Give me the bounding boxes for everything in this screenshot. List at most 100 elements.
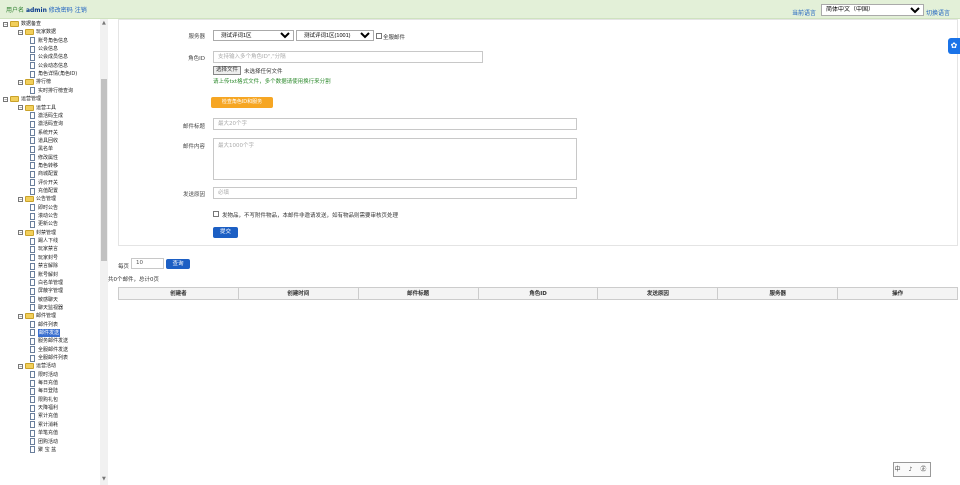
sidebar-folder[interactable]: − 封禁管理 [18, 229, 56, 237]
sidebar-item-label: 更新公告 [38, 221, 59, 228]
sidebar-item[interactable]: 邮件发送 [30, 328, 61, 337]
sidebar-item[interactable]: 限购礼包 [30, 396, 58, 404]
collapse-toggle-icon[interactable]: − [18, 363, 23, 369]
sidebar-item[interactable]: 聊天监视器 [30, 304, 63, 312]
sidebar-folder[interactable]: − 运营管理 [3, 95, 41, 103]
sidebar-item[interactable]: 单笔充值 [30, 429, 58, 437]
check-role-button[interactable]: 检查角色ID和服务 [211, 97, 273, 108]
folder-icon [10, 96, 19, 103]
sidebar-item-label: 运营活动 [36, 363, 57, 370]
user-prefix: 用户名 [6, 7, 25, 14]
scroll-up-icon[interactable]: ▲ [102, 20, 106, 26]
document-icon [30, 212, 35, 220]
sidebar-item-label: 账号角色信息 [38, 37, 69, 44]
sidebar-item[interactable]: 全服邮件列表 [30, 354, 68, 362]
change-password-link[interactable]: 修改密码 [49, 7, 73, 14]
sidebar-item[interactable]: 道具回收 [30, 137, 58, 145]
sidebar-item[interactable]: 激活码查询 [30, 120, 63, 128]
sidebar-item[interactable]: 公会成员信息 [30, 53, 68, 61]
scrollbar-thumb[interactable] [101, 79, 107, 261]
collapse-toggle-icon[interactable]: − [18, 79, 23, 85]
mail-send-form: 服务器 测试评词1区 测试评词1区(1001) 全服邮件 角色ID 支持输入多个… [118, 19, 958, 246]
sidebar-item[interactable]: 累计消耗 [30, 421, 58, 429]
server-group-select[interactable]: 测试评词1区 [213, 30, 294, 41]
role-id-input[interactable]: 支持输入多个角色ID","分隔 [213, 51, 483, 63]
language-select[interactable]: 简体中文（中国） [821, 4, 924, 16]
sidebar-item[interactable]: 账号角色信息 [30, 37, 68, 45]
sidebar-item[interactable]: 邮件列表 [30, 321, 58, 329]
server-select[interactable]: 测试评词1区(1001) [296, 30, 374, 41]
sidebar-folder[interactable]: − 运营工具 [18, 104, 56, 112]
sidebar-folder[interactable]: − 运营活动 [18, 362, 56, 370]
ime-toolbar[interactable]: 中 ♪ ㊣ [893, 462, 931, 477]
sidebar-item[interactable]: 黑名单 [30, 145, 53, 153]
sidebar-item[interactable]: 每日登陆 [30, 387, 58, 395]
sidebar-item[interactable]: 激活码生成 [30, 112, 63, 120]
scroll-down-icon[interactable]: ▼ [102, 476, 106, 482]
sidebar-item[interactable]: 敏感聊天 [30, 296, 58, 304]
sidebar-item[interactable]: 角色转移 [30, 162, 58, 170]
sidebar-item[interactable]: 评价开关 [30, 179, 58, 187]
sidebar-item[interactable]: 角色详情(角色ID) [30, 70, 77, 78]
submit-button[interactable]: 提交 [213, 227, 238, 238]
document-icon [30, 337, 35, 345]
sidebar-item[interactable]: 充值配置 [30, 187, 58, 195]
user-info: 用户名 admin 修改密码 注销 [6, 5, 87, 14]
mail-content-textarea[interactable]: 最大1000个字 [213, 138, 577, 180]
send-reason-input[interactable]: 必填 [213, 187, 577, 199]
collapse-toggle-icon[interactable]: − [18, 105, 23, 110]
sidebar-item[interactable]: 团购活动 [30, 438, 58, 446]
all-server-checkbox[interactable] [376, 33, 382, 39]
sidebar-item[interactable]: 玩家禁言 [30, 245, 58, 253]
sidebar-item[interactable]: 屏蔽字管理 [30, 287, 63, 295]
assistant-float-icon[interactable]: ✿ [948, 38, 960, 54]
collapse-toggle-icon[interactable]: − [3, 96, 8, 102]
sidebar-item[interactable]: 踢人下线 [30, 237, 58, 245]
choose-file-button[interactable]: 选择文件 [213, 66, 242, 75]
sidebar-item[interactable]: 即时公告 [30, 204, 58, 212]
sidebar-item[interactable]: 系统开关 [30, 129, 58, 137]
sidebar-item[interactable]: 累计充值 [30, 412, 58, 420]
switch-language-link[interactable]: 切换语言 [926, 8, 950, 17]
collapse-toggle-icon[interactable]: − [18, 29, 23, 35]
mail-title-input[interactable]: 最大20个字 [213, 118, 577, 130]
sidebar-item[interactable]: 全服邮件发送 [30, 346, 68, 354]
attach-checkbox[interactable] [213, 211, 219, 217]
sidebar-item[interactable]: 禁言解除 [30, 262, 58, 270]
sidebar-item[interactable]: 限时活动 [30, 371, 58, 379]
mail-title-label: 邮件标题 [182, 124, 205, 130]
sidebar-folder[interactable]: − 玩家数据 [18, 28, 56, 36]
collapse-toggle-icon[interactable]: − [18, 196, 23, 202]
sidebar-item[interactable]: 白名单管理 [30, 279, 63, 287]
collapse-toggle-icon[interactable]: − [3, 21, 8, 27]
sidebar-item[interactable]: 修改属性 [30, 154, 58, 162]
sidebar-item-label: 黑名单 [38, 146, 54, 153]
sidebar-item[interactable]: 实时排行榜查询 [30, 87, 73, 95]
sidebar-item[interactable]: 天降福利 [30, 404, 58, 412]
document-icon [30, 137, 35, 145]
sidebar-item[interactable]: 公会信息 [30, 45, 58, 53]
sidebar-folder[interactable]: − 数据备查 [3, 20, 41, 28]
sidebar-item[interactable]: 玩家封号 [30, 254, 58, 262]
sidebar-item[interactable]: 聚 宝 盆 [30, 446, 56, 454]
per-page-input[interactable]: 10 [131, 258, 164, 269]
sidebar-item[interactable]: 更新公告 [30, 220, 58, 228]
logout-link[interactable]: 注销 [75, 7, 87, 14]
sidebar-item[interactable]: 账号解封 [30, 271, 58, 279]
document-icon [30, 129, 35, 137]
sidebar-item[interactable]: 滚动公告 [30, 212, 58, 220]
collapse-toggle-icon[interactable]: − [18, 313, 23, 319]
sidebar-item[interactable]: 公会动态信息 [30, 62, 68, 70]
sidebar-item[interactable]: 每日充值 [30, 379, 58, 387]
sidebar-folder[interactable]: − 邮件管理 [18, 312, 56, 320]
sidebar-folder[interactable]: − 排行榜 [18, 78, 51, 86]
query-button[interactable]: 查询 [166, 259, 190, 269]
collapse-toggle-icon[interactable]: − [18, 230, 23, 236]
sidebar-item[interactable]: 服务邮件发送 [30, 337, 68, 345]
document-icon [30, 220, 35, 228]
sidebar-item[interactable]: 商城配置 [30, 170, 58, 178]
sidebar-folder[interactable]: − 公告管理 [18, 195, 56, 203]
sidebar-scrollbar[interactable]: ▲ ▼ [100, 19, 108, 485]
document-icon [30, 87, 35, 95]
sidebar-item-label: 玩家禁言 [38, 246, 59, 253]
